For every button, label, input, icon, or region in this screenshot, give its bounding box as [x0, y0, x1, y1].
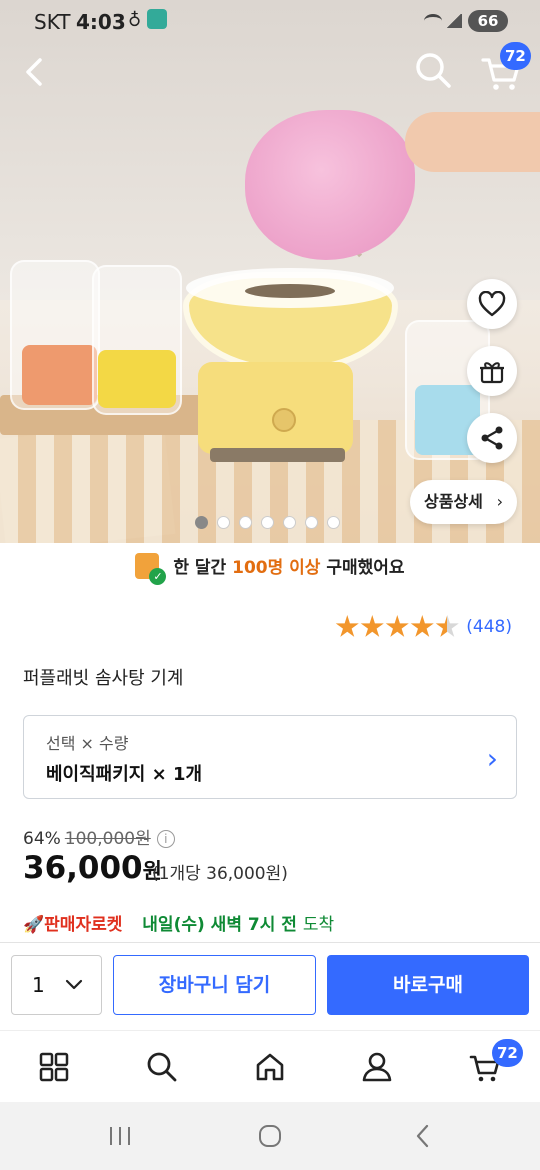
- star-icon: [335, 615, 359, 637]
- chevron-right-icon: ›: [496, 492, 503, 511]
- heart-icon: [478, 291, 506, 317]
- clock: 4:03: [76, 10, 126, 34]
- back-arrow-icon: [26, 58, 42, 86]
- star-icon: [410, 615, 434, 637]
- carousel-dot[interactable]: [239, 516, 252, 529]
- carousel-indicator: [195, 516, 340, 532]
- nav-categories[interactable]: [34, 1047, 74, 1087]
- promo-prefix: 한 달간: [173, 558, 227, 578]
- option-selector[interactable]: 선택 × 수량 베이직패키지 × 1개 ›: [23, 715, 517, 799]
- hero-machine-hole: [245, 284, 335, 298]
- app-notification-icon: [147, 9, 167, 29]
- categories-icon: [39, 1052, 69, 1082]
- nav-my-account[interactable]: [357, 1047, 397, 1087]
- delivery-suffix: 도착: [302, 915, 335, 935]
- gift-icon: [480, 362, 504, 384]
- recent-apps-icon: [110, 1127, 130, 1145]
- carousel-dot[interactable]: [217, 516, 230, 529]
- sale-price: 36,000원: [23, 850, 162, 886]
- chevron-down-icon: [65, 956, 83, 1038]
- star-icon: [385, 615, 409, 637]
- chevron-right-icon: ›: [486, 742, 498, 775]
- product-rating[interactable]: (448): [335, 612, 512, 642]
- hero-machine-base: [198, 362, 353, 454]
- delivery-date: 내일(수) 새벽 7시 전: [142, 915, 297, 935]
- back-button[interactable]: [18, 52, 50, 92]
- nav-home[interactable]: [250, 1047, 290, 1087]
- home-system-button[interactable]: [250, 1120, 290, 1152]
- option-label: 선택 × 수량: [46, 734, 129, 753]
- quantity-value: 1: [32, 973, 45, 997]
- status-bar: SKT 4:03 ♁ 66: [0, 0, 540, 44]
- wishlist-button[interactable]: [467, 279, 517, 329]
- home-circle-icon: [259, 1125, 281, 1147]
- carousel-dot[interactable]: [261, 516, 274, 529]
- star-icon: [435, 615, 459, 637]
- carousel-dot[interactable]: [195, 516, 208, 529]
- cart-count-badge: 72: [492, 1039, 523, 1067]
- notification-icon: ♁: [128, 10, 142, 31]
- recent-apps-button[interactable]: [100, 1120, 140, 1152]
- delivery-info: 🚀판매자로켓 내일(수) 새벽 7시 전 도착: [23, 910, 334, 935]
- user-icon: [362, 1052, 392, 1082]
- unit-price: (1개당 36,000원): [152, 864, 288, 884]
- hero-sugar-orange: [22, 345, 97, 405]
- promo-suffix: 구매했어요: [326, 558, 405, 578]
- battery-icon: 66: [468, 10, 508, 32]
- hero-hand: [405, 112, 540, 172]
- add-to-cart-button[interactable]: 장바구니 담기: [113, 955, 316, 1015]
- wifi-icon: [424, 14, 442, 28]
- hero-machine-knob: [272, 408, 296, 432]
- rocket-icon: 🚀: [23, 915, 45, 935]
- carousel-dot[interactable]: [283, 516, 296, 529]
- share-button[interactable]: [467, 413, 517, 463]
- carousel-dot[interactable]: [327, 516, 340, 529]
- discount-rate: 64%: [23, 829, 61, 849]
- product-title: 퍼플래빗 솜사탕 기계: [23, 668, 184, 689]
- rating-stars: [335, 615, 460, 639]
- discount-line: 64% 100,000원 i: [23, 824, 175, 849]
- carousel-dot[interactable]: [305, 516, 318, 529]
- cart-count-badge: 72: [500, 42, 531, 70]
- back-chevron-icon: [416, 1124, 429, 1148]
- gift-button[interactable]: [467, 346, 517, 396]
- quantity-select[interactable]: 1: [11, 955, 102, 1015]
- shopping-bag-check-icon: [135, 553, 167, 585]
- seller-rocket-label: 판매자로켓: [44, 915, 123, 935]
- buy-now-button[interactable]: 바로구매: [327, 955, 529, 1015]
- back-system-button[interactable]: [403, 1120, 443, 1152]
- original-price: 100,000원: [64, 829, 151, 849]
- share-icon: [481, 426, 503, 450]
- search-icon: [416, 53, 451, 88]
- bottom-navigation: 72: [0, 1030, 540, 1102]
- product-image-carousel[interactable]: [0, 0, 540, 543]
- search-icon: [147, 1052, 177, 1082]
- search-button[interactable]: [413, 50, 453, 90]
- carrier-label: SKT: [34, 10, 71, 34]
- system-navigation-bar: [0, 1102, 540, 1170]
- review-count[interactable]: (448): [466, 617, 512, 637]
- sale-price-value: 36,000: [23, 850, 143, 886]
- signal-icon: [446, 14, 462, 28]
- hero-machine-foot: [210, 448, 345, 462]
- home-icon: [256, 1053, 284, 1081]
- option-value: 베이직패키지 × 1개: [46, 764, 203, 785]
- product-detail-label: 상품상세: [424, 492, 483, 511]
- nav-search[interactable]: [142, 1047, 182, 1087]
- info-icon[interactable]: i: [156, 830, 175, 848]
- promo-highlight: 100명 이상: [232, 558, 321, 578]
- purchase-count-banner: 한 달간 100명 이상 구매했어요: [0, 548, 540, 588]
- purchase-action-bar: 1 장바구니 담기 바로구매: [0, 942, 540, 1030]
- product-detail-button[interactable]: 상품상세 ›: [410, 480, 517, 524]
- star-icon: [360, 615, 384, 637]
- hero-sugar-yellow: [98, 350, 176, 408]
